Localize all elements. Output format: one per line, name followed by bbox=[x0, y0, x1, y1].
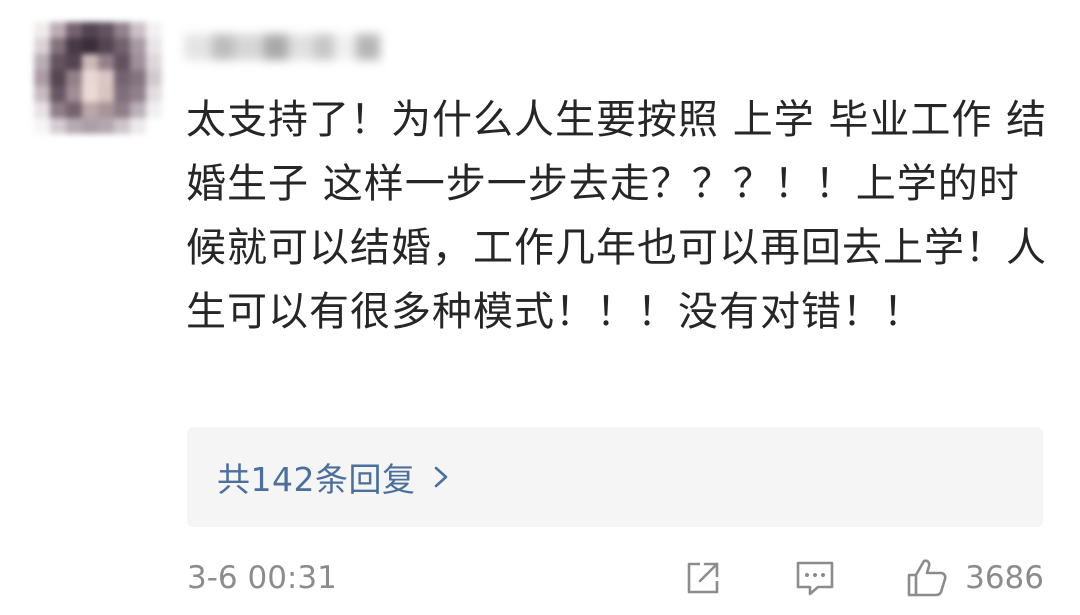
comment-text: 太支持了！为什么人生要按照 上学 毕业工作 结婚生子 这样一步一步去走？？？！！… bbox=[186, 97, 1048, 335]
comment-actions: 3686 bbox=[681, 553, 1044, 603]
avatar[interactable] bbox=[34, 22, 162, 134]
view-replies-button[interactable]: 共142条回复 bbox=[187, 427, 1043, 527]
comment-icon[interactable] bbox=[793, 556, 837, 600]
replies-count-label: 共142条回复 bbox=[217, 460, 416, 499]
thumbs-up-icon bbox=[905, 556, 949, 600]
comment-timestamp: 3-6 00:31 bbox=[187, 560, 337, 596]
share-icon[interactable] bbox=[681, 556, 725, 600]
chevron-right-icon bbox=[434, 466, 448, 488]
like-button[interactable]: 3686 bbox=[905, 556, 1044, 600]
like-count: 3686 bbox=[965, 560, 1044, 596]
username-blurred[interactable] bbox=[184, 30, 380, 64]
